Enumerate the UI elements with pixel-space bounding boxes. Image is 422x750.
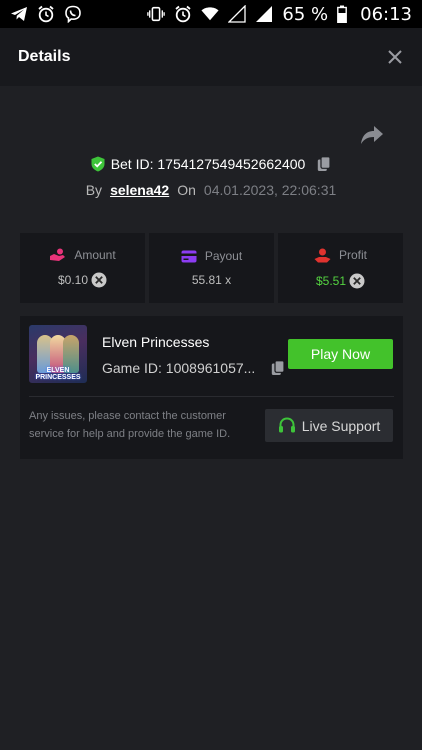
- stat-payout: Payout 55.81 x: [149, 233, 274, 303]
- stat-profit: Profit $5.51: [278, 233, 403, 303]
- on-label: On: [177, 182, 196, 198]
- details-header: Details: [0, 28, 422, 86]
- game-id: Game ID: 1008961057...: [102, 360, 256, 376]
- alarm-icon: [174, 5, 192, 23]
- share-button[interactable]: [360, 124, 384, 146]
- game-name: Elven Princesses: [102, 334, 210, 350]
- thumbnail-caption-line-2: PRINCESSES: [35, 374, 81, 381]
- divider: [29, 396, 394, 397]
- game-thumbnail[interactable]: ELVEN PRINCESSES: [29, 325, 87, 383]
- vibrate-icon: [147, 5, 166, 23]
- viber-icon: [64, 5, 82, 23]
- coin-icon: [91, 272, 107, 288]
- status-bar-left: [10, 5, 82, 23]
- status-bar: 65 % 06:13: [0, 0, 422, 28]
- shield-check-icon: [91, 156, 105, 172]
- status-bar-right: 65 % 06:13: [147, 4, 412, 25]
- copy-icon[interactable]: [317, 156, 331, 172]
- live-support-button[interactable]: Live Support: [265, 409, 393, 442]
- support-help-text: Any issues, please contact the customer …: [29, 410, 231, 440]
- telegram-icon: [10, 5, 28, 23]
- profit-icon: [314, 248, 331, 262]
- game-card: ELVEN PRINCESSES Elven Princesses Game I…: [20, 316, 403, 459]
- payout-icon: [181, 250, 197, 262]
- stat-payout-value: 55.81 x: [191, 273, 232, 287]
- signal-icon: [255, 5, 273, 23]
- alarm-icon: [37, 5, 55, 23]
- bet-author-row: By selena42 On 04.01.2023, 22:06:31: [0, 182, 422, 198]
- stat-amount-label: Amount: [74, 248, 116, 262]
- by-label: By: [85, 182, 103, 198]
- username-link[interactable]: selena42: [110, 182, 169, 198]
- details-content: Bet ID: 1754127549452662400 By selena42 …: [0, 86, 422, 750]
- thumbnail-caption-line-1: ELVEN: [46, 367, 70, 374]
- share-icon: [361, 126, 383, 144]
- stat-payout-label: Payout: [204, 249, 243, 263]
- page-title: Details: [18, 48, 71, 65]
- signal-empty-icon: [228, 5, 247, 23]
- stat-profit-value: $5.51: [315, 273, 347, 288]
- bet-id: Bet ID: 1754127549452662400: [110, 156, 306, 172]
- bet-id-row: Bet ID: 1754127549452662400: [0, 156, 422, 172]
- headset-icon: [278, 417, 295, 433]
- stat-amount: Amount $0.10: [20, 233, 145, 303]
- copy-icon[interactable]: [271, 360, 285, 376]
- bet-stats: Amount $0.10 Payout 55.81 x Profit $5.51: [20, 233, 403, 303]
- game-id-row: Game ID: 1008961057...: [102, 360, 285, 376]
- wifi-icon: [201, 5, 219, 23]
- clock-time: 06:13: [360, 3, 412, 25]
- battery-icon: [337, 5, 348, 23]
- close-icon: [388, 50, 402, 64]
- stat-amount-value: $0.10: [57, 273, 89, 287]
- battery-percent: 65 %: [282, 3, 329, 25]
- amount-icon: [50, 248, 66, 261]
- bet-date: 04.01.2023, 22:06:31: [203, 182, 337, 198]
- stat-profit-label: Profit: [338, 248, 367, 262]
- live-support-label: Live Support: [301, 417, 381, 434]
- close-button[interactable]: [384, 46, 406, 68]
- coin-icon: [349, 273, 365, 288]
- play-now-button[interactable]: Play Now: [288, 339, 393, 369]
